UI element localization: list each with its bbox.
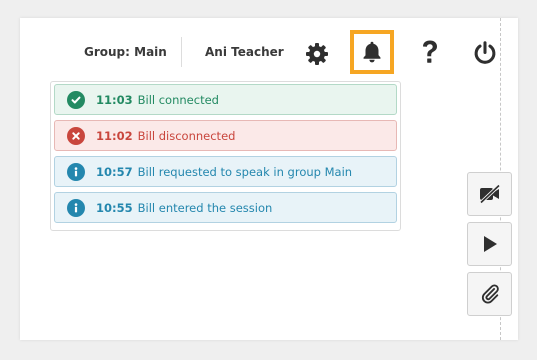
notification-time: 11:03 (96, 92, 133, 107)
play-icon (483, 236, 497, 252)
notification-text: Bill disconnected (137, 128, 236, 143)
info-circle-icon (67, 198, 85, 217)
notification-item: 10:55 Bill entered the session (54, 192, 397, 223)
top-bar: Group: Main Ani Teacher (20, 18, 518, 86)
play-button[interactable] (467, 222, 512, 266)
bell-icon (363, 41, 381, 63)
settings-button[interactable] (303, 40, 331, 68)
user-name[interactable]: Ani Teacher (205, 45, 284, 59)
check-circle-icon (67, 90, 85, 109)
info-circle-icon (67, 162, 85, 181)
video-off-icon (479, 184, 500, 204)
notification-text: Bill requested to speak in group Main (137, 164, 353, 179)
power-button[interactable] (471, 38, 499, 68)
notification-time: 10:57 (96, 164, 133, 179)
gear-icon (306, 43, 328, 65)
question-mark-icon (423, 40, 437, 63)
notification-item: 10:57 Bill requested to speak in group M… (54, 156, 397, 187)
header-separator (181, 37, 182, 67)
camera-toggle-button[interactable] (467, 172, 512, 216)
group-label: Group: Main (84, 45, 167, 59)
notification-text: Bill connected (137, 92, 219, 107)
notifications-panel: 11:03 Bill connected 11:02 Bill disconne… (50, 81, 401, 231)
x-circle-icon (67, 126, 85, 145)
notification-time: 10:55 (96, 200, 133, 215)
help-button[interactable] (416, 36, 444, 68)
power-icon (474, 41, 496, 64)
attach-button[interactable] (467, 272, 512, 316)
notification-text: Bill entered the session (137, 200, 273, 215)
notification-item: 11:03 Bill connected (54, 84, 397, 115)
session-panel: Group: Main Ani Teacher 11:03 Bill conne… (20, 18, 518, 340)
paperclip-icon (481, 284, 499, 304)
notifications-button[interactable] (350, 30, 394, 74)
notification-item: 11:02 Bill disconnected (54, 120, 397, 151)
notification-time: 11:02 (96, 128, 133, 143)
